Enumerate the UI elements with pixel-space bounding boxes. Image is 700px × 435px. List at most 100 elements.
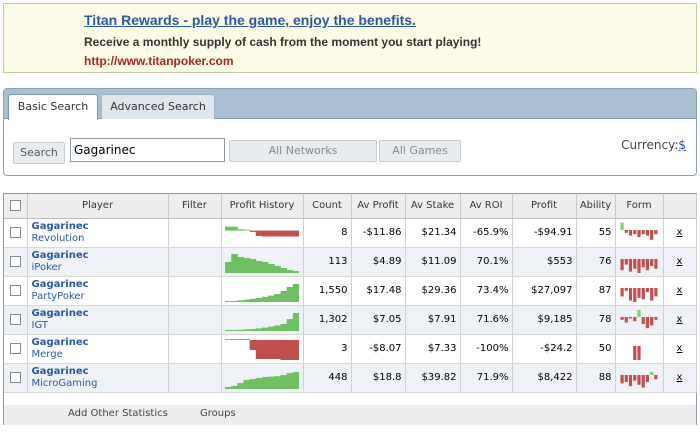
form-bar — [624, 258, 628, 265]
column-header-av-roi[interactable]: Av ROI — [460, 194, 513, 219]
player-name-link[interactable]: Gagarinec — [28, 279, 168, 290]
profit-history-bar — [292, 270, 299, 273]
player-network-link[interactable]: Merge — [28, 349, 168, 360]
column-header-profit-history[interactable]: Profit History — [221, 194, 304, 219]
row-checkbox[interactable] — [9, 371, 21, 383]
column-header-player[interactable]: Player — [27, 194, 169, 219]
filter-cell — [168, 363, 222, 393]
av-stake-cell: $7.33 — [405, 334, 461, 364]
form-bar — [654, 374, 658, 379]
profit-history-bar — [249, 328, 257, 331]
remove-row-link[interactable]: x — [663, 276, 697, 306]
column-header-av-stake[interactable]: Av Stake — [405, 194, 461, 219]
filter-cell — [168, 305, 222, 335]
player-network-link[interactable]: IGT — [28, 320, 168, 331]
form-bar — [650, 229, 654, 240]
player-name-link[interactable]: Gagarinec — [28, 308, 168, 319]
network-select[interactable]: All Networks — [229, 140, 377, 162]
form-bar — [641, 374, 645, 388]
profit-history-chart — [225, 283, 299, 302]
filter-cell — [168, 276, 222, 306]
profit-cell: $9,185 — [512, 305, 577, 335]
row-checkbox[interactable] — [9, 284, 21, 296]
player-network-link[interactable]: iPoker — [28, 262, 168, 273]
groups-link[interactable]: Groups — [200, 408, 236, 419]
form-bar — [637, 258, 641, 273]
row-select-cell[interactable] — [4, 334, 28, 364]
profit-history-bar — [286, 339, 294, 360]
player-name-link[interactable]: Gagarinec — [28, 366, 168, 377]
column-header-av-profit[interactable]: Av Profit — [351, 194, 406, 219]
profit-cell: -$94.91 — [512, 218, 577, 248]
row-select-cell[interactable] — [4, 218, 28, 248]
ad-title-link[interactable]: Titan Rewards - play the game, enjoy the… — [84, 12, 416, 28]
form-bar — [633, 287, 637, 302]
games-select[interactable]: All Games — [379, 140, 461, 162]
row-checkbox[interactable] — [9, 313, 21, 325]
column-header-count[interactable]: Count — [303, 194, 352, 219]
profit-history-bar — [243, 328, 250, 331]
form-bar — [628, 287, 633, 301]
remove-row-link[interactable]: x — [663, 247, 697, 277]
profit-history-bar — [262, 327, 269, 331]
profit-history-bar — [237, 256, 244, 273]
row-select-cell[interactable] — [4, 276, 28, 306]
select-all-header[interactable] — [4, 194, 28, 219]
profit-cell: $8,422 — [512, 363, 577, 393]
remove-row-link[interactable]: x — [663, 363, 697, 393]
profit-history-bar — [243, 299, 250, 302]
table-row: Gagarinec iPoker 113 $4.89 $11.09 70.1% $553 76… — [4, 247, 697, 277]
profit-history-bar — [286, 269, 294, 273]
ad-url-link[interactable]: http://www.titanpoker.com — [84, 54, 234, 68]
form-bar — [645, 316, 649, 328]
profit-history-bar — [249, 298, 257, 302]
column-header-form[interactable]: Form — [615, 194, 664, 219]
player-network-link[interactable]: MicroGaming — [28, 378, 168, 389]
row-checkbox[interactable] — [9, 342, 21, 354]
remove-row-link[interactable]: x — [663, 218, 697, 248]
row-select-cell[interactable] — [4, 247, 28, 277]
profit-history-bar — [280, 323, 287, 331]
row-checkbox[interactable] — [9, 255, 21, 267]
form-chart — [620, 309, 658, 328]
tab-advanced-search[interactable]: Advanced Search — [101, 94, 215, 119]
form-cell — [615, 334, 664, 364]
form-bar — [620, 287, 624, 296]
remove-row-link[interactable]: x — [663, 305, 697, 335]
form-bar — [628, 316, 633, 318]
tab-basic-search[interactable]: Basic Search — [8, 94, 98, 120]
form-bar — [624, 316, 628, 323]
form-bar — [645, 258, 649, 270]
profit-history-bar — [231, 329, 238, 331]
ability-cell: 87 — [576, 276, 616, 306]
form-bar — [637, 345, 641, 360]
row-checkbox[interactable] — [9, 226, 21, 238]
form-chart — [620, 222, 658, 240]
form-bar — [641, 316, 645, 324]
add-other-statistics-link[interactable]: Add Other Statistics — [68, 408, 168, 419]
form-bar — [654, 316, 658, 320]
profit-history-bar — [268, 326, 275, 331]
row-select-cell[interactable] — [4, 305, 28, 335]
currency-link[interactable]: $ — [678, 138, 686, 152]
player-name-link[interactable]: Gagarinec — [28, 221, 168, 232]
column-header-profit[interactable]: Profit — [512, 194, 577, 219]
profit-history-bar — [292, 371, 299, 389]
search-button[interactable]: Search — [13, 142, 65, 164]
player-name-link[interactable]: Gagarinec — [28, 250, 168, 261]
player-network-link[interactable]: Revolution — [28, 233, 168, 244]
remove-row-link[interactable]: x — [663, 334, 697, 364]
search-input[interactable] — [70, 138, 225, 162]
ability-cell: 50 — [576, 334, 616, 364]
column-header-ability[interactable]: Ability — [576, 194, 616, 219]
player-name-link[interactable]: Gagarinec — [28, 337, 168, 348]
table-row: Gagarinec Merge 3 -$8.07 $7.33 -100% -$24.2 50 x — [4, 334, 697, 364]
filter-cell — [168, 218, 222, 248]
select-all-checkbox[interactable] — [9, 200, 21, 211]
profit-history-bar — [231, 253, 238, 273]
form-bar — [645, 229, 649, 236]
column-header-filter[interactable]: Filter — [168, 194, 222, 219]
player-network-link[interactable]: PartyPoker — [28, 291, 168, 302]
row-select-cell[interactable] — [4, 363, 28, 393]
profit-history-bar — [280, 290, 287, 302]
